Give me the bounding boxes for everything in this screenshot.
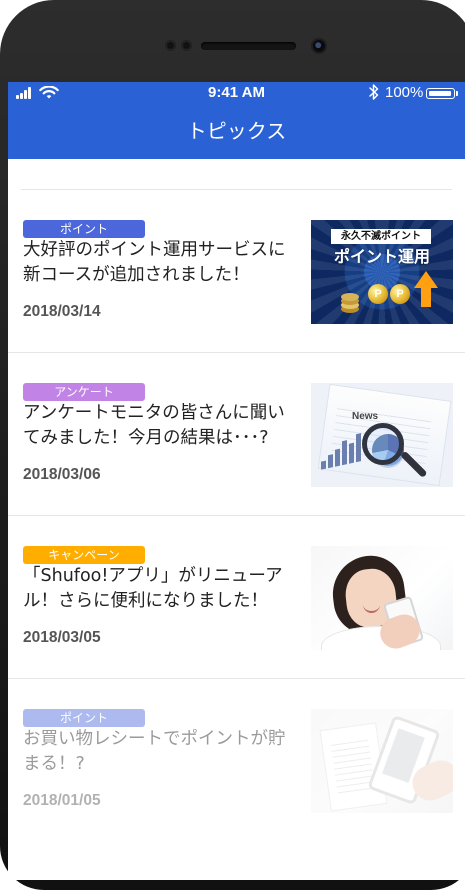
news-label: News xyxy=(352,411,379,422)
topic-title: 大好評のポイント運用サービスに新コースが追加されました！ xyxy=(23,240,286,285)
topic-title: お買い物レシートでポイントが貯まる！? xyxy=(23,729,286,774)
topic-list-item[interactable]: アンケート アンケートモニタの皆さんに聞いてみました！今月の結果は･･･? 20… xyxy=(8,353,465,516)
battery-icon xyxy=(426,88,458,99)
topic-date: 2018/03/14 xyxy=(23,303,101,320)
front-sensor-icon xyxy=(165,40,176,51)
growth-arrow-stem xyxy=(421,287,431,307)
topic-list-item[interactable]: キャンペーン 「Shufoo!アプリ」がリニューアル！さらに便利になりました！ … xyxy=(8,516,465,679)
category-badge: ポイント xyxy=(23,220,145,238)
topic-date: 2018/03/05 xyxy=(23,629,101,646)
category-badge: アンケート xyxy=(23,383,145,401)
survey-report-image: News xyxy=(311,383,453,487)
banner-title: ポイント運用 xyxy=(333,247,430,266)
topic-date: 2018/03/06 xyxy=(23,466,101,483)
battery-level-fill xyxy=(429,91,451,96)
category-badge: ポイント xyxy=(23,709,145,727)
earpiece-speaker-icon xyxy=(201,42,296,50)
point-coin-icon: P xyxy=(390,284,410,304)
smiling-woman-phone-image xyxy=(311,546,453,650)
receipt-phone-image xyxy=(311,709,453,813)
page-title: トピックス xyxy=(186,119,287,143)
bluetooth-icon xyxy=(369,84,379,100)
category-badge: キャンペーン xyxy=(23,546,145,564)
phone-screen: 9:41 AM 100% トピックス ポイント 大好評のポイント運用サービスに新… xyxy=(8,82,465,880)
front-sensor-icon xyxy=(181,40,192,51)
topic-date: 2018/01/05 xyxy=(23,792,101,809)
banner-label: 永久不滅ポイント xyxy=(331,229,431,244)
phone-frame: 9:41 AM 100% トピックス ポイント 大好評のポイント運用サービスに新… xyxy=(0,0,465,890)
growth-arrow-icon xyxy=(414,271,438,288)
status-bar: 9:41 AM 100% xyxy=(8,82,465,103)
phone-top-bezel xyxy=(0,0,465,82)
magnifier-icon xyxy=(362,423,404,465)
topic-title: アンケートモニタの皆さんに聞いてみました！今月の結果は･･･? xyxy=(23,403,285,448)
topic-list-item[interactable]: ポイント お買い物レシートでポイントが貯まる！? 2018/01/05 xyxy=(8,679,465,842)
point-coin-icon: P xyxy=(368,284,388,304)
point-operation-banner-image: 永久不滅ポイント ポイント運用 P P xyxy=(311,220,453,324)
battery-percentage: 100% xyxy=(385,84,424,101)
topic-list-item[interactable]: ポイント 大好評のポイント運用サービスに新コースが追加されました！ 2018/0… xyxy=(8,190,465,353)
top-navigation-bar: トピックス xyxy=(8,103,465,159)
front-camera-icon xyxy=(311,38,327,54)
topic-title: 「Shufoo!アプリ」がリニューアル！さらに便利になりました！ xyxy=(23,566,283,611)
coin-stack-icon xyxy=(341,293,359,301)
